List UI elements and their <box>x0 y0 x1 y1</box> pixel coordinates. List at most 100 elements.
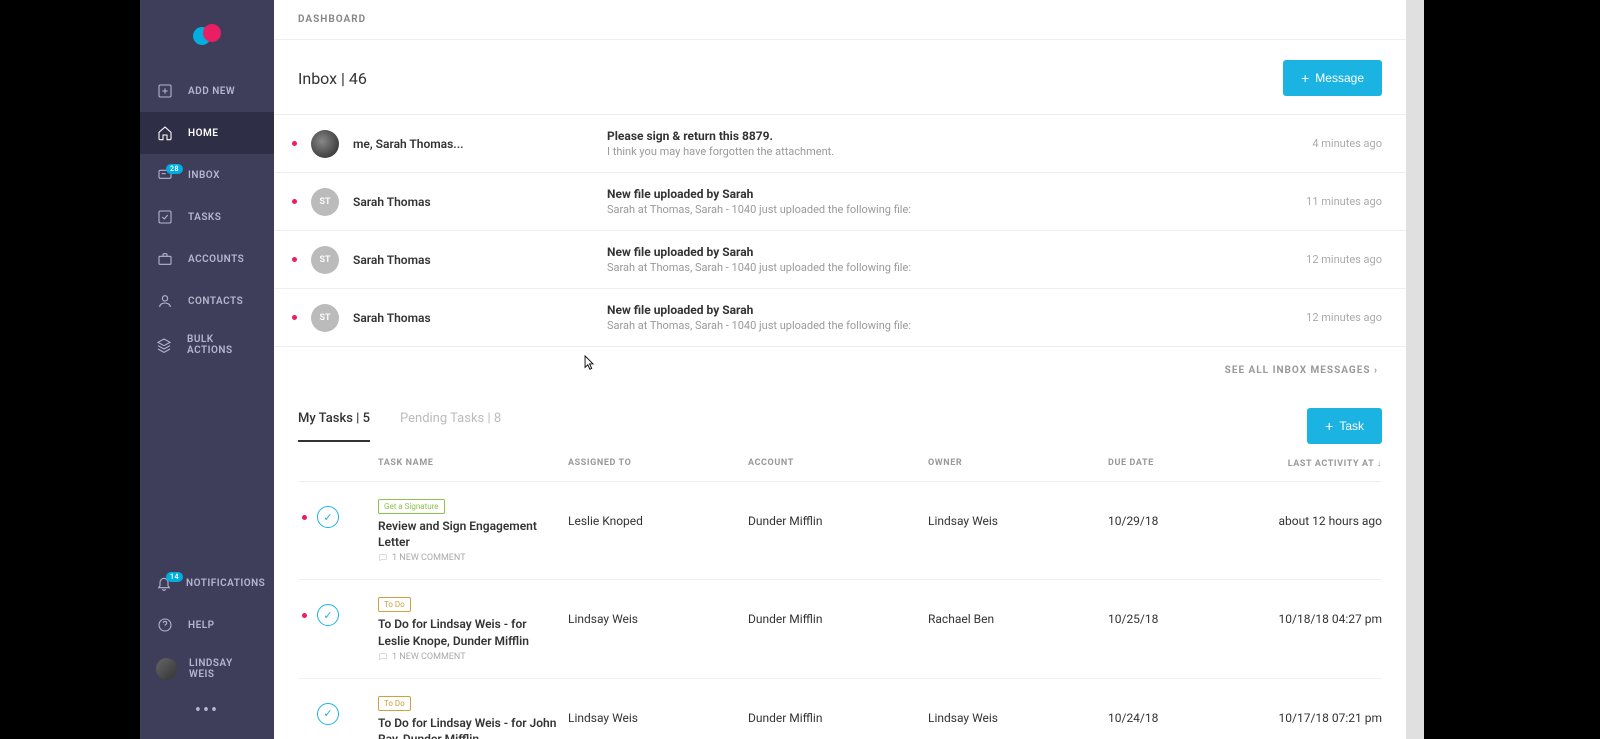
tab-pending-tasks[interactable]: Pending Tasks | 8 <box>400 411 501 442</box>
task-owner: Lindsay Weis <box>928 695 1108 725</box>
unread-dot <box>302 613 307 618</box>
sidebar-item-label: INBOX <box>188 170 220 181</box>
col-task-name[interactable]: TASK NAME <box>378 458 568 469</box>
task-assigned: Lindsay Weis <box>568 695 748 725</box>
home-icon <box>156 124 174 142</box>
help-icon <box>156 616 174 634</box>
unread-dot <box>292 257 297 262</box>
sidebar-item-inbox[interactable]: INBOX 28 <box>140 154 274 196</box>
task-tag: Get a Signature <box>378 499 445 514</box>
sidebar-item-contacts[interactable]: CONTACTS <box>140 280 274 322</box>
sender-avatar: ST <box>311 188 339 216</box>
task-assigned: Leslie Knoped <box>568 498 748 528</box>
inbox-row[interactable]: me, Sarah Thomas... Please sign & return… <box>274 115 1406 173</box>
task-row[interactable]: ✓ To Do To Do for Lindsay Weis - for Les… <box>298 580 1382 678</box>
user-icon <box>156 292 174 310</box>
plus-icon: + <box>1325 421 1333 431</box>
unread-dot <box>292 141 297 146</box>
notifications-badge: 14 <box>166 572 183 582</box>
task-comments: 1 NEW COMMENT <box>378 652 558 662</box>
task-table-header: TASK NAME ASSIGNED TO ACCOUNT OWNER DUE … <box>298 444 1382 482</box>
briefcase-icon <box>156 250 174 268</box>
task-tag: To Do <box>378 597 411 612</box>
sender-name: Sarah Thomas <box>353 253 593 267</box>
sidebar-item-label: HOME <box>188 128 218 139</box>
col-last-activity[interactable]: LAST ACTIVITY AT ↓ <box>1248 458 1382 469</box>
unread-dot <box>292 199 297 204</box>
task-account: Dunder Mifflin <box>748 498 928 528</box>
inbox-title: Inbox | 46 <box>298 69 367 88</box>
more-menu[interactable]: ••• <box>140 692 274 729</box>
task-row[interactable]: ✓ To Do To Do for Lindsay Weis - for Joh… <box>298 679 1382 739</box>
task-account: Dunder Mifflin <box>748 695 928 725</box>
add-new-label: ADD NEW <box>188 86 235 97</box>
task-activity: 10/17/18 07:21 pm <box>1248 695 1382 725</box>
message-time: 4 minutes ago <box>1312 137 1382 150</box>
unread-dot <box>302 515 307 520</box>
task-tag: To Do <box>378 696 411 711</box>
user-name: LINDSAY WEIS <box>189 658 258 680</box>
inbox-row[interactable]: ST Sarah Thomas New file uploaded by Sar… <box>274 231 1406 289</box>
col-owner[interactable]: OWNER <box>928 458 1108 469</box>
sender-name: Sarah Thomas <box>353 195 593 209</box>
message-time: 12 minutes ago <box>1306 253 1382 266</box>
add-new-button[interactable]: ADD NEW <box>140 70 274 112</box>
task-activity: about 12 hours ago <box>1248 498 1382 528</box>
task-due: 10/25/18 <box>1108 596 1248 626</box>
sidebar-item-label: CONTACTS <box>188 296 243 307</box>
complete-task-button[interactable]: ✓ <box>317 604 339 626</box>
sidebar-item-accounts[interactable]: ACCOUNTS <box>140 238 274 280</box>
sender-avatar: ST <box>311 246 339 274</box>
inbox-list: me, Sarah Thomas... Please sign & return… <box>274 114 1406 347</box>
breadcrumb: DASHBOARD <box>274 0 1406 40</box>
task-account: Dunder Mifflin <box>748 596 928 626</box>
main-content: DASHBOARD Inbox | 46 + Message me, Sarah… <box>274 0 1424 739</box>
complete-task-button[interactable]: ✓ <box>317 506 339 528</box>
sidebar-item-tasks[interactable]: TASKS <box>140 196 274 238</box>
sidebar: ADD NEW HOME INBOX 28 TASKS ACCOUN <box>140 0 274 739</box>
current-user[interactable]: LINDSAY WEIS <box>140 646 274 692</box>
new-task-button[interactable]: + Task <box>1307 408 1382 444</box>
task-name: To Do for Lindsay Weis - for John Ray, D… <box>378 715 558 739</box>
message-preview: Sarah at Thomas, Sarah - 1040 just uploa… <box>607 261 1292 274</box>
sidebar-item-home[interactable]: HOME <box>140 112 274 154</box>
sidebar-item-label: BULK ACTIONS <box>187 334 258 356</box>
col-due-date[interactable]: DUE DATE <box>1108 458 1248 469</box>
plus-icon: + <box>1301 73 1309 83</box>
see-all-inbox-link[interactable]: SEE ALL INBOX MESSAGES › <box>1225 365 1378 376</box>
task-row[interactable]: ✓ Get a Signature Review and Sign Engage… <box>298 482 1382 580</box>
col-account[interactable]: ACCOUNT <box>748 458 928 469</box>
cursor-icon <box>584 355 595 371</box>
message-title: New file uploaded by Sarah <box>607 303 1292 317</box>
sender-avatar <box>311 130 339 158</box>
user-avatar <box>156 658 177 680</box>
message-preview: Sarah at Thomas, Sarah - 1040 just uploa… <box>607 319 1292 332</box>
inbox-row[interactable]: ST Sarah Thomas New file uploaded by Sar… <box>274 173 1406 231</box>
complete-task-button[interactable]: ✓ <box>317 703 339 725</box>
inbox-badge: 28 <box>166 164 183 174</box>
inbox-row[interactable]: ST Sarah Thomas New file uploaded by Sar… <box>274 289 1406 347</box>
sidebar-item-help[interactable]: HELP <box>140 604 274 646</box>
col-assigned-to[interactable]: ASSIGNED TO <box>568 458 748 469</box>
message-preview: I think you may have forgotten the attac… <box>607 145 1298 158</box>
task-due: 10/24/18 <box>1108 695 1248 725</box>
tab-my-tasks[interactable]: My Tasks | 5 <box>298 411 370 442</box>
message-time: 12 minutes ago <box>1306 311 1382 324</box>
sidebar-item-bulk-actions[interactable]: BULK ACTIONS <box>140 322 274 368</box>
message-time: 11 minutes ago <box>1306 195 1382 208</box>
sidebar-item-notifications[interactable]: NOTIFICATIONS 14 <box>140 562 274 604</box>
button-label: Task <box>1339 419 1364 433</box>
task-owner: Lindsay Weis <box>928 498 1108 528</box>
message-preview: Sarah at Thomas, Sarah - 1040 just uploa… <box>607 203 1292 216</box>
task-owner: Rachael Ben <box>928 596 1108 626</box>
sidebar-item-label: ACCOUNTS <box>188 254 244 265</box>
message-title: New file uploaded by Sarah <box>607 187 1292 201</box>
task-comments: 1 NEW COMMENT <box>378 553 558 563</box>
sidebar-item-label: NOTIFICATIONS <box>186 578 265 589</box>
button-label: Message <box>1315 71 1364 85</box>
app-logo[interactable] <box>140 0 274 70</box>
check-square-icon <box>156 208 174 226</box>
message-title: New file uploaded by Sarah <box>607 245 1292 259</box>
layers-icon <box>156 336 173 354</box>
new-message-button[interactable]: + Message <box>1283 60 1382 96</box>
